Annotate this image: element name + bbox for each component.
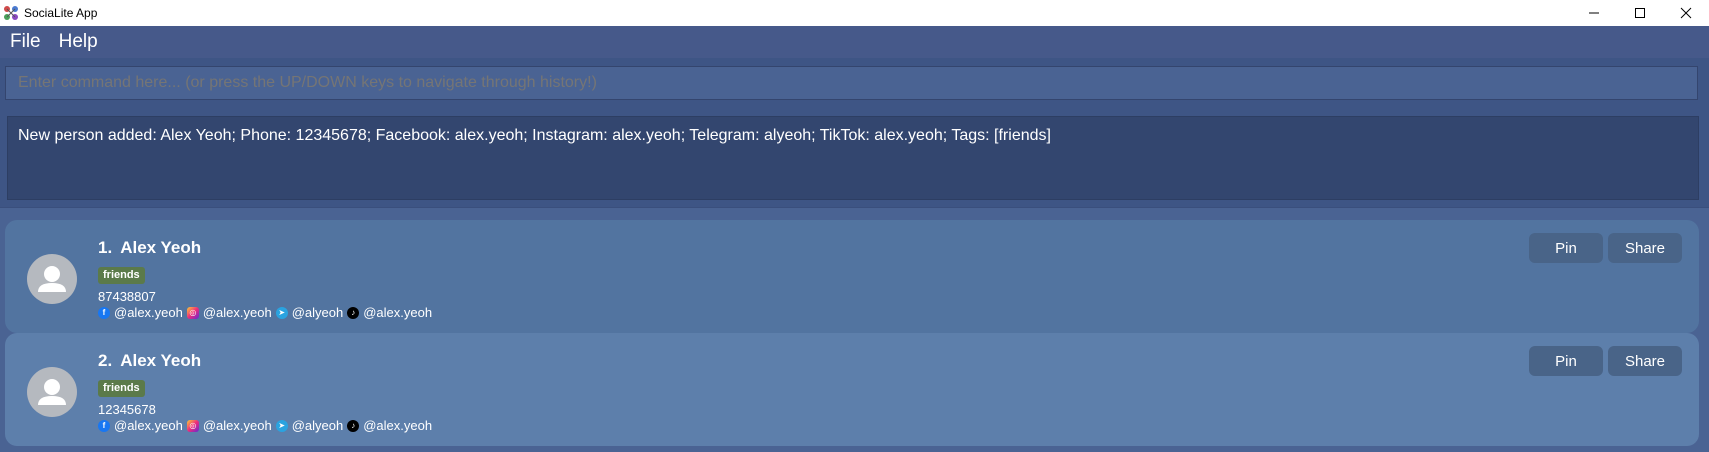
menu-file[interactable]: File (0, 31, 41, 53)
social-handles: f @alex.yeoh ◎ @alex.yeoh ➤ @alyeoh ♪ @a… (98, 418, 436, 433)
menu-help[interactable]: Help (49, 31, 98, 53)
tag-badge: friends (98, 380, 145, 397)
tiktok-text: @alex.yeoh (363, 305, 433, 320)
tiktok-icon: ♪ (347, 306, 360, 319)
telegram-text: @alyeoh (291, 418, 344, 433)
instagram-icon: ◎ (186, 306, 199, 319)
title-bar: SociaLite App (0, 0, 1709, 26)
telegram-text: @alyeoh (291, 305, 344, 320)
person-name-row: 1. Alex Yeoh (98, 238, 201, 258)
instagram-handle: ◎ @alex.yeoh (186, 305, 272, 320)
close-icon (1680, 7, 1692, 19)
minimize-icon (1589, 12, 1599, 14)
pin-button[interactable]: Pin (1529, 346, 1603, 376)
social-handles: f @alex.yeoh ◎ @alex.yeoh ➤ @alyeoh ♪ @a… (98, 305, 436, 320)
person-phone: 12345678 (98, 402, 156, 417)
command-box (0, 58, 1709, 112)
tiktok-handle: ♪ @alex.yeoh (347, 305, 432, 320)
facebook-handle: f @alex.yeoh (98, 305, 183, 320)
tag-badge: friends (98, 267, 145, 284)
instagram-text: @alex.yeoh (202, 418, 272, 433)
avatar (27, 254, 77, 304)
tiktok-icon: ♪ (347, 419, 360, 432)
person-index: 1. (98, 238, 113, 257)
avatar (27, 367, 77, 417)
person-card[interactable]: 2. Alex Yeoh friends 12345678 f @alex.yeo… (5, 333, 1699, 446)
minimize-button[interactable] (1571, 0, 1617, 26)
person-index: 2. (98, 351, 113, 370)
share-button[interactable]: Share (1608, 346, 1682, 376)
close-button[interactable] (1663, 0, 1709, 26)
person-name-row: 2. Alex Yeoh (98, 351, 201, 371)
result-display: New person added: Alex Yeoh; Phone: 1234… (7, 116, 1699, 200)
tiktok-handle: ♪ @alex.yeoh (347, 418, 432, 433)
facebook-text: @alex.yeoh (114, 418, 183, 433)
instagram-icon: ◎ (186, 419, 199, 432)
instagram-text: @alex.yeoh (202, 305, 272, 320)
person-card[interactable]: 1. Alex Yeoh friends 87438807 f @alex.yeo… (5, 220, 1699, 333)
maximize-button[interactable] (1617, 0, 1663, 26)
menu-bar: File Help (0, 26, 1709, 58)
facebook-handle: f @alex.yeoh (98, 418, 183, 433)
telegram-icon: ➤ (275, 306, 288, 319)
instagram-handle: ◎ @alex.yeoh (186, 418, 272, 433)
person-name: Alex Yeoh (120, 351, 202, 370)
window-controls (1571, 0, 1709, 26)
telegram-handle: ➤ @alyeoh (275, 418, 344, 433)
person-list[interactable]: 1. Alex Yeoh friends 87438807 f @alex.yeo… (0, 207, 1709, 452)
person-name: Alex Yeoh (120, 238, 202, 257)
person-icon (38, 266, 66, 292)
window-title: SociaLite App (24, 6, 98, 20)
facebook-icon: f (98, 419, 110, 432)
tiktok-text: @alex.yeoh (363, 418, 433, 433)
command-input[interactable] (5, 66, 1698, 100)
result-display-container: New person added: Alex Yeoh; Phone: 1234… (0, 112, 1709, 208)
app-logo-icon (4, 6, 18, 20)
pin-button[interactable]: Pin (1529, 233, 1603, 263)
facebook-icon: f (98, 306, 110, 319)
facebook-text: @alex.yeoh (114, 305, 183, 320)
telegram-handle: ➤ @alyeoh (275, 305, 344, 320)
telegram-icon: ➤ (275, 419, 288, 432)
maximize-icon (1635, 8, 1645, 18)
share-button[interactable]: Share (1608, 233, 1682, 263)
person-phone: 87438807 (98, 289, 156, 304)
person-icon (38, 379, 66, 405)
